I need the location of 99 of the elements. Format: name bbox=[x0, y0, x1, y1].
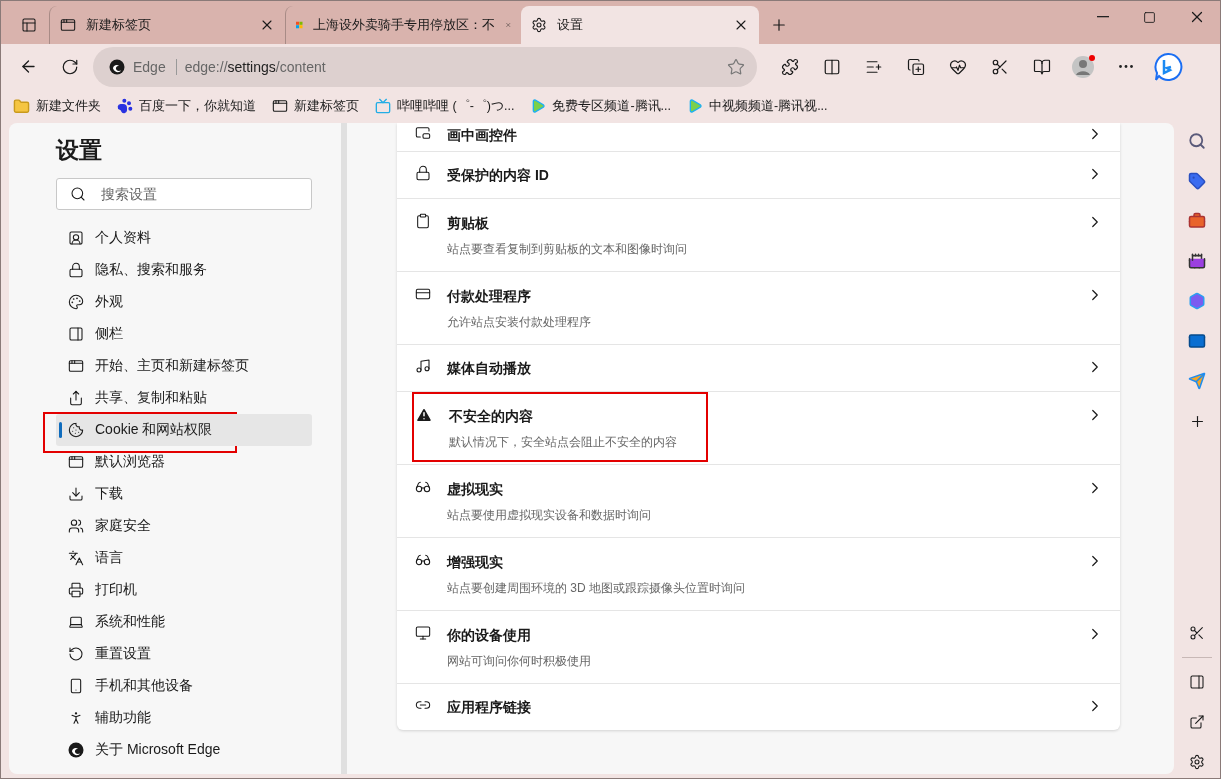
laptop-icon bbox=[68, 614, 84, 630]
nav-item[interactable]: 外观 bbox=[56, 286, 312, 318]
card-icon bbox=[415, 286, 431, 302]
warning-icon bbox=[415, 406, 433, 424]
nav-item[interactable]: 共享、复制和粘贴 bbox=[56, 382, 312, 414]
settings-row[interactable]: 付款处理程序 允许站点安装付款处理程序 bbox=[397, 271, 1120, 344]
sidebar-panel-icon bbox=[1189, 674, 1205, 690]
language-icon bbox=[68, 550, 84, 566]
settings-row[interactable]: 你的设备使用 网站可询问你何时积极使用 bbox=[397, 610, 1120, 683]
download-icon bbox=[68, 486, 84, 502]
selection-indicator bbox=[59, 422, 62, 438]
reset-icon bbox=[68, 646, 84, 662]
browser-tab[interactable]: 新建标签页 bbox=[49, 6, 285, 44]
nav-item[interactable]: 默认浏览器 bbox=[56, 446, 312, 478]
music-note-icon bbox=[415, 358, 431, 374]
share-icon bbox=[68, 390, 84, 406]
minimize-icon bbox=[1096, 16, 1109, 18]
star-icon bbox=[727, 57, 745, 76]
folder-icon bbox=[13, 97, 30, 115]
edge-logo-icon bbox=[109, 58, 125, 75]
family-icon bbox=[68, 518, 84, 534]
maximize-icon bbox=[1143, 10, 1156, 24]
more-icon bbox=[1119, 65, 1133, 68]
plus-icon bbox=[770, 16, 788, 34]
nav-item[interactable]: 个人资料 bbox=[56, 222, 312, 254]
search-field[interactable]: 搜索设置 bbox=[56, 178, 312, 210]
nav-item[interactable]: 关于 Microsoft Edge bbox=[56, 734, 312, 766]
scissors-icon bbox=[991, 57, 1009, 76]
scissors-icon bbox=[1189, 625, 1205, 641]
new-tab-icon bbox=[68, 358, 84, 374]
paw-icon bbox=[117, 98, 133, 114]
settings-row[interactable]: 应用程序链接 bbox=[397, 683, 1120, 730]
nav-item[interactable]: 系统和性能 bbox=[56, 606, 312, 638]
hexagon-logo-icon bbox=[1188, 292, 1206, 310]
book-icon bbox=[1033, 57, 1051, 76]
url-text: edge://settings/content bbox=[184, 58, 327, 75]
refresh-icon bbox=[61, 57, 79, 76]
bookmark-item[interactable]: 免费专区频道-腾讯... bbox=[530, 97, 671, 115]
nav-item[interactable]: 打印机 bbox=[56, 574, 312, 606]
browser-tab[interactable]: 设置 bbox=[521, 6, 759, 44]
cookie-icon bbox=[68, 422, 84, 438]
toolbox-icon bbox=[1188, 212, 1206, 230]
bookmark-item[interactable]: 新建文件夹 bbox=[13, 97, 101, 115]
search-icon bbox=[70, 186, 86, 202]
palette-icon bbox=[68, 294, 84, 310]
lock-icon bbox=[415, 165, 431, 181]
printer-icon bbox=[68, 582, 84, 598]
tv-icon bbox=[375, 98, 391, 114]
settings-icon bbox=[531, 17, 547, 33]
clipboard-icon bbox=[415, 213, 431, 229]
browser-icon bbox=[68, 454, 84, 470]
avatar-icon bbox=[1071, 53, 1097, 80]
external-link-icon bbox=[1189, 714, 1205, 730]
nav-item[interactable]: 开始、主页和新建标签页 bbox=[56, 350, 312, 382]
edge-logo-icon bbox=[68, 742, 84, 758]
heart-pulse-icon bbox=[949, 57, 967, 76]
address-bar[interactable]: Edge edge://settings/content bbox=[93, 46, 757, 87]
search-icon bbox=[1188, 132, 1206, 150]
new-tab-icon bbox=[272, 98, 288, 114]
nav-item[interactable]: 侧栏 bbox=[56, 318, 312, 350]
settings-row[interactable]: 虚拟现实 站点要使用虚拟现实设备和数据时询问 bbox=[397, 464, 1120, 537]
settings-icon bbox=[1189, 754, 1205, 770]
nav-item[interactable]: 辅助功能 bbox=[56, 702, 312, 734]
bookmark-item[interactable]: 哔哩哔哩 (゜-゜)つ... bbox=[375, 97, 515, 115]
settings-row[interactable]: 剪贴板 站点要查看复制到剪贴板的文本和图像时询问 bbox=[397, 198, 1120, 271]
paper-plane-icon bbox=[1188, 372, 1206, 390]
bookmark-item[interactable]: 新建标签页 bbox=[272, 97, 359, 115]
settings-row[interactable]: 不安全的内容 默认情况下，安全站点会阻止不安全的内容 bbox=[397, 391, 1120, 464]
split-screen-icon bbox=[823, 57, 841, 76]
nav-item[interactable]: 语言 bbox=[56, 542, 312, 574]
accessibility-icon bbox=[68, 710, 84, 726]
lock-icon bbox=[68, 262, 84, 278]
collections-icon bbox=[907, 57, 925, 76]
settings-row[interactable]: 画中画控件 bbox=[397, 123, 1120, 151]
play-icon bbox=[687, 98, 703, 114]
chat-bubble-logo-icon bbox=[1153, 51, 1183, 82]
nav-item[interactable]: 下载 bbox=[56, 478, 312, 510]
monitor-icon bbox=[415, 625, 431, 641]
nav-item[interactable]: 隐私、搜索和服务 bbox=[56, 254, 312, 286]
site-label: Edge bbox=[133, 58, 177, 75]
bookmark-item[interactable]: 百度一下，你就知道 bbox=[117, 97, 256, 115]
nav-item[interactable]: Cookie 和网站权限 bbox=[56, 414, 312, 446]
new-tab-icon bbox=[60, 17, 76, 33]
settings-row[interactable]: 增强现实 站点要创建周围环境的 3D 地图或跟踪摄像头位置时询问 bbox=[397, 537, 1120, 610]
settings-title: 设置 bbox=[56, 136, 103, 165]
phone-icon bbox=[68, 678, 84, 694]
puzzle-icon bbox=[781, 57, 799, 76]
settings-row[interactable]: 媒体自动播放 bbox=[397, 344, 1120, 391]
sidebar-icon bbox=[68, 326, 84, 342]
profile-icon bbox=[68, 230, 84, 246]
play-icon bbox=[530, 98, 547, 114]
picture-in-picture-icon bbox=[415, 125, 431, 141]
tab-panel-icon bbox=[21, 17, 37, 33]
nav-item[interactable]: 家庭安全 bbox=[56, 510, 312, 542]
nav-item[interactable]: 手机和其他设备 bbox=[56, 670, 312, 702]
nav-item[interactable]: 重置设置 bbox=[56, 638, 312, 670]
settings-row[interactable]: 受保护的内容 ID bbox=[397, 151, 1120, 198]
tag-icon bbox=[1188, 172, 1206, 190]
bookmark-item[interactable]: 中视频频道-腾讯视... bbox=[687, 97, 828, 115]
